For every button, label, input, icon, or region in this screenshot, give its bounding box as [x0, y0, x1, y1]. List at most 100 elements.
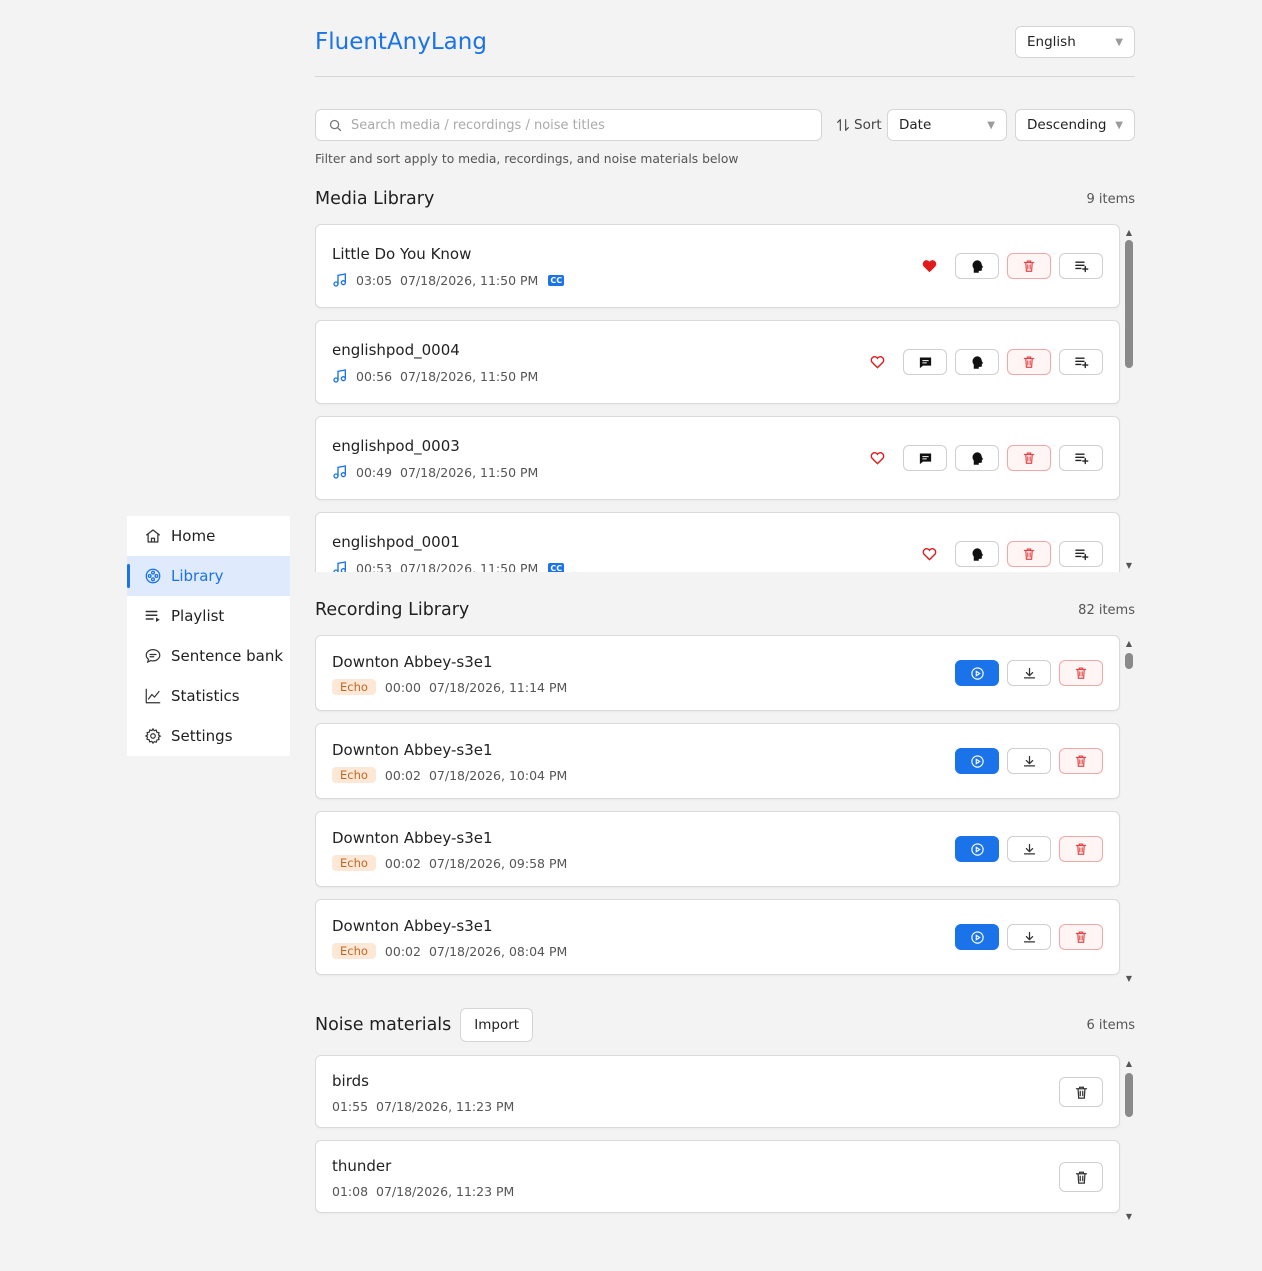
delete-button[interactable]	[1059, 660, 1103, 686]
music-note-icon	[332, 464, 348, 480]
playlist-add-icon	[1074, 547, 1089, 562]
noise-materials-title: Noise materials	[315, 1015, 452, 1035]
scroll-up-arrow-icon[interactable]: ▲	[1123, 227, 1135, 237]
recording-item[interactable]: Downton Abbey-s3e1 Echo 00:00 07/18/2026…	[315, 635, 1120, 711]
playlist-add-icon	[1074, 451, 1089, 466]
favorite-heart-outline-icon[interactable]	[865, 445, 889, 471]
recording-item[interactable]: Downton Abbey-s3e1 Echo 00:02 07/18/2026…	[315, 811, 1120, 887]
sidebar-item-home[interactable]: Home	[127, 516, 290, 556]
recording-item-date: 07/18/2026, 09:58 PM	[428, 855, 568, 871]
recording-item-duration: 00:02	[384, 943, 421, 959]
media-list-scrollbar[interactable]: ▲ ▼	[1123, 224, 1135, 572]
scroll-up-arrow-icon[interactable]: ▲	[1123, 1058, 1135, 1068]
download-button[interactable]	[1007, 748, 1051, 774]
subtitles-cc-icon: CC	[548, 562, 565, 572]
generate-subtitles-button[interactable]	[903, 445, 947, 471]
media-list[interactable]: Little Do You Know 03:05 07/18/2026, 11:…	[315, 224, 1135, 572]
trash-icon	[1074, 754, 1088, 768]
scroll-down-arrow-icon[interactable]: ▼	[1123, 560, 1135, 570]
recording-item[interactable]: Downton Abbey-s3e1 Echo 00:02 07/18/2026…	[315, 899, 1120, 975]
noise-item[interactable]: birds 01:55 07/18/2026, 11:23 PM	[315, 1055, 1120, 1128]
scrollbar-thumb[interactable]	[1125, 653, 1133, 669]
filter-hint: Filter and sort apply to media, recordin…	[315, 152, 739, 166]
language-select[interactable]: English ▼	[1015, 26, 1135, 58]
recording-item-duration: 00:02	[384, 855, 421, 871]
sort-label-text: Sort	[854, 117, 882, 133]
import-button[interactable]: Import	[460, 1008, 534, 1042]
media-item-meta: 00:49 07/18/2026, 11:50 PM	[332, 464, 546, 480]
sort-label: Sort	[835, 109, 882, 141]
play-button[interactable]	[955, 748, 999, 774]
search-box[interactable]	[315, 109, 822, 141]
sort-order-select[interactable]: Descending ▼	[1015, 109, 1135, 141]
scrollbar-thumb[interactable]	[1125, 1073, 1133, 1117]
scroll-up-arrow-icon[interactable]: ▲	[1123, 638, 1135, 648]
sidebar-item-sentence-bank[interactable]: Sentence bank	[127, 636, 290, 676]
delete-button[interactable]	[1007, 445, 1051, 471]
media-item[interactable]: englishpod_0004 00:56 07/18/2026, 11:50 …	[315, 320, 1120, 404]
sidebar-item-label: Library	[171, 567, 224, 585]
sort-field-select[interactable]: Date ▼	[887, 109, 1007, 141]
language-select-value: English	[1027, 34, 1076, 50]
media-item-duration: 00:56	[356, 368, 393, 384]
echo-badge: Echo	[332, 855, 376, 871]
search-input[interactable]	[351, 117, 791, 133]
delete-button[interactable]	[1059, 748, 1103, 774]
media-item[interactable]: Little Do You Know 03:05 07/18/2026, 11:…	[315, 224, 1120, 308]
delete-button[interactable]	[1007, 253, 1051, 279]
add-to-playlist-button[interactable]	[1059, 253, 1103, 279]
download-button[interactable]	[1007, 924, 1051, 950]
media-item-title: englishpod_0003	[332, 437, 460, 455]
favorite-heart-outline-icon[interactable]	[865, 349, 889, 375]
shadowing-button[interactable]	[955, 541, 999, 567]
download-button[interactable]	[1007, 660, 1051, 686]
media-item-title: englishpod_0004	[332, 341, 460, 359]
noise-item-actions	[1051, 1162, 1103, 1192]
scrollbar-thumb[interactable]	[1125, 240, 1133, 368]
sidebar-item-settings[interactable]: Settings	[127, 716, 290, 756]
recording-item-date: 07/18/2026, 10:04 PM	[428, 767, 568, 783]
scroll-down-arrow-icon[interactable]: ▼	[1123, 973, 1135, 983]
add-to-playlist-button[interactable]	[1059, 445, 1103, 471]
delete-button[interactable]	[1059, 1162, 1103, 1192]
trash-icon	[1074, 1170, 1089, 1185]
media-item[interactable]: englishpod_0003 00:49 07/18/2026, 11:50 …	[315, 416, 1120, 500]
media-item[interactable]: englishpod_0001 00:53 07/18/2026, 11:50 …	[315, 512, 1120, 572]
download-button[interactable]	[1007, 836, 1051, 862]
sidebar-item-playlist[interactable]: Playlist	[127, 596, 290, 636]
shadowing-button[interactable]	[955, 349, 999, 375]
play-button[interactable]	[955, 660, 999, 686]
scroll-down-arrow-icon[interactable]: ▼	[1123, 1211, 1135, 1221]
sidebar-item-statistics[interactable]: Statistics	[127, 676, 290, 716]
delete-button[interactable]	[1059, 836, 1103, 862]
media-library-title: Media Library	[315, 189, 435, 209]
delete-button[interactable]	[1059, 924, 1103, 950]
media-item-date: 07/18/2026, 11:50 PM	[400, 272, 539, 288]
noise-item[interactable]: thunder 01:08 07/18/2026, 11:23 PM	[315, 1140, 1120, 1213]
play-circle-icon	[970, 666, 985, 681]
caret-down-icon: ▼	[987, 119, 995, 131]
recording-item[interactable]: Downton Abbey-s3e1 Echo 00:02 07/18/2026…	[315, 723, 1120, 799]
recording-list-scrollbar[interactable]: ▲ ▼	[1123, 635, 1135, 985]
shadowing-button[interactable]	[955, 253, 999, 279]
favorite-heart-outline-icon[interactable]	[917, 541, 941, 567]
media-item-date: 07/18/2026, 11:50 PM	[400, 368, 539, 384]
generate-subtitles-button[interactable]	[903, 349, 947, 375]
play-button[interactable]	[955, 836, 999, 862]
noise-list-scrollbar[interactable]: ▲ ▼	[1123, 1055, 1135, 1223]
trash-icon	[1022, 547, 1036, 561]
add-to-playlist-button[interactable]	[1059, 349, 1103, 375]
add-to-playlist-button[interactable]	[1059, 541, 1103, 567]
recording-list[interactable]: Downton Abbey-s3e1 Echo 00:00 07/18/2026…	[315, 635, 1135, 985]
trash-icon	[1074, 930, 1088, 944]
media-item-actions	[865, 349, 1103, 375]
noise-list[interactable]: birds 01:55 07/18/2026, 11:23 PM thunder…	[315, 1055, 1135, 1223]
delete-button[interactable]	[1059, 1077, 1103, 1107]
play-button[interactable]	[955, 924, 999, 950]
sidebar-item-library[interactable]: Library	[127, 556, 290, 596]
recording-item-actions	[947, 924, 1103, 950]
favorite-heart-filled-icon[interactable]	[917, 253, 941, 279]
delete-button[interactable]	[1007, 349, 1051, 375]
shadowing-button[interactable]	[955, 445, 999, 471]
delete-button[interactable]	[1007, 541, 1051, 567]
